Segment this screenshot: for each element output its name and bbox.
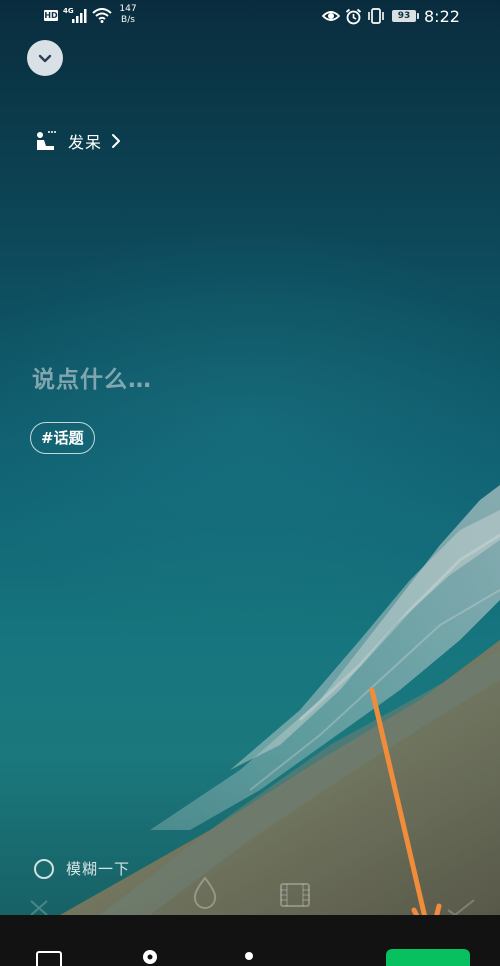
collapse-button[interactable]	[27, 40, 63, 76]
image-icon[interactable]	[36, 951, 62, 966]
chevron-right-icon	[112, 134, 121, 148]
hd-badge: HD	[44, 10, 58, 21]
clock-time: 8:22	[424, 7, 460, 26]
network-speed-unit: B/s	[121, 15, 135, 25]
film-icon[interactable]	[279, 882, 311, 912]
network-speed: 147 B/s	[118, 4, 138, 26]
blur-option[interactable]: 模糊一下	[34, 858, 130, 879]
person-icon[interactable]	[242, 951, 256, 966]
blur-radio[interactable]	[34, 858, 54, 879]
status-text-input[interactable]: 说点什么…	[32, 360, 152, 394]
status-edit-screen: HD 4G 147 B/s 93 8:22 发呆 说点什么… #话题 模糊一下	[0, 0, 500, 966]
vibrate-icon	[367, 8, 385, 28]
mood-selector[interactable]: 发呆	[34, 126, 122, 156]
publish-button[interactable]	[386, 949, 470, 966]
eye-icon	[321, 8, 341, 28]
alarm-icon	[345, 8, 362, 29]
blur-label: 模糊一下	[66, 860, 131, 878]
topic-button[interactable]: #话题	[30, 422, 95, 454]
signal-icon	[72, 9, 88, 27]
bottom-toolbar	[0, 915, 500, 966]
wifi-icon	[92, 8, 112, 27]
network-speed-value: 147	[119, 4, 137, 14]
person-sitting-icon	[37, 131, 56, 150]
drop-icon[interactable]	[192, 876, 218, 914]
battery-icon: 93	[392, 10, 419, 22]
status-bar: HD 4G 147 B/s 93 8:22	[0, 0, 500, 34]
chevron-down-icon	[38, 54, 52, 63]
location-icon[interactable]	[140, 949, 160, 966]
mood-label: 发呆	[68, 133, 103, 152]
